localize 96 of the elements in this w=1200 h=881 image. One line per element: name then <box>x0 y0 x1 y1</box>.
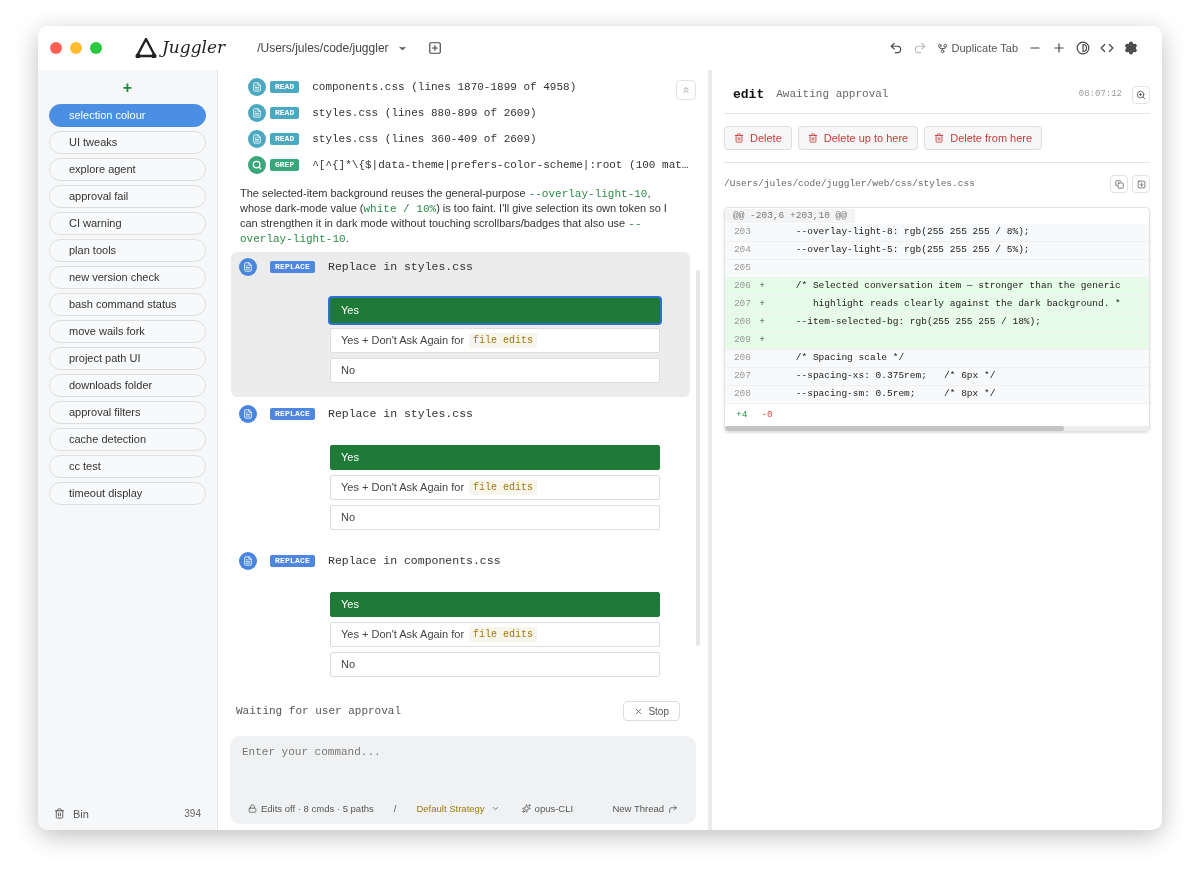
edit-title: Replace in styles.css <box>328 406 473 423</box>
delete-button[interactable]: Delete from here <box>924 126 1043 150</box>
no-button[interactable]: No <box>330 505 660 530</box>
bin-label[interactable]: Bin <box>73 805 89 822</box>
bin-icon[interactable] <box>54 808 65 820</box>
horizontal-scrollbar[interactable] <box>725 426 1065 431</box>
copy-button[interactable] <box>1110 175 1128 193</box>
delete-button[interactable]: Delete up to here <box>797 126 919 150</box>
yes-button[interactable]: Yes <box>330 592 660 617</box>
zoom-in-icon[interactable] <box>1052 41 1066 55</box>
added-count: +4 <box>736 407 748 422</box>
model-selector[interactable]: opus-CLI <box>521 801 574 816</box>
conversation-item[interactable]: downloads folder <box>49 374 206 397</box>
lock-icon <box>248 804 257 814</box>
zoom-button[interactable] <box>1132 85 1150 104</box>
no-button[interactable]: No <box>330 652 660 677</box>
always-allow-button[interactable]: Yes + Don't Ask Again for file edits <box>330 622 660 647</box>
conversation-item[interactable]: project path UI <box>49 347 206 370</box>
edit-title: Replace in components.css <box>328 553 501 570</box>
replace-badge: REPLACE <box>270 408 315 420</box>
no-button[interactable]: No <box>330 358 660 383</box>
edit-icon <box>239 552 257 570</box>
open-file-button[interactable] <box>1132 175 1150 193</box>
status-text: Waiting for user approval <box>236 703 402 719</box>
strategy-dropdown[interactable]: Default Strategy <box>416 801 500 816</box>
conversation-item[interactable]: approval fail <box>49 185 206 208</box>
conversation-item[interactable]: timeout display <box>49 482 206 505</box>
tool-name: edit <box>733 85 765 104</box>
stop-button[interactable]: Stop <box>623 701 680 721</box>
duplicate-tab-button[interactable]: Duplicate Tab <box>936 39 1018 57</box>
always-allow-button[interactable]: Yes + Don't Ask Again for file edits <box>330 328 660 353</box>
tool-state: Awaiting approval <box>776 87 889 103</box>
conversation-item[interactable]: move wails fork <box>49 320 206 343</box>
edit-icon <box>239 405 257 423</box>
arrow-icon <box>668 803 678 814</box>
conversation-item[interactable]: plan tools <box>49 239 206 262</box>
diff-hunk-header: @@ -203,6 +203,10 @@ <box>725 208 856 224</box>
file-icon <box>248 130 266 148</box>
edit-title: Replace in styles.css <box>328 259 473 276</box>
trash-icon <box>934 133 945 143</box>
yes-button[interactable]: Yes <box>330 445 660 470</box>
tool-call-text: styles.css (lines 880-899 of 2609) <box>312 105 537 121</box>
juggler-logo-icon <box>134 38 158 58</box>
file-icon <box>248 78 266 96</box>
delete-button[interactable]: Delete <box>724 126 792 150</box>
timestamp: 08:07:12 <box>1078 87 1122 101</box>
tool-call-text: ^[^{]*\{$|data-theme|prefers-color-scheme|:root (100 mat… <box>312 157 689 173</box>
conversation-item[interactable]: explore agent <box>49 158 206 181</box>
new-thread-button[interactable]: New Thread <box>612 801 678 816</box>
bin-count: 394 <box>184 807 201 822</box>
search-icon <box>248 156 266 174</box>
zoom-window-button[interactable] <box>90 42 102 54</box>
read-badge: READ <box>270 107 300 119</box>
theme-icon[interactable] <box>1076 41 1090 55</box>
replace-badge: REPLACE <box>270 261 315 273</box>
command-input[interactable]: Enter your command... Edits off · 8 cmds · 5 paths / Default Strategy opus-CLI New Thread <box>230 736 696 824</box>
settings-icon[interactable] <box>1124 41 1138 55</box>
conversation-item[interactable]: cc test <box>49 455 206 478</box>
file-icon <box>248 104 266 122</box>
grep-badge: GREP <box>270 159 300 171</box>
open-file-icon <box>1136 179 1146 189</box>
file-path: /Users/jules/code/juggler/web/css/styles.css <box>724 176 975 191</box>
conversation-item[interactable]: new version check <box>49 266 206 289</box>
fork-icon <box>936 42 948 54</box>
conversation-item[interactable]: cache detection <box>49 428 206 451</box>
trash-icon <box>807 133 818 143</box>
assistant-message: The selected-item background reuses the general-purpose --overlay-light-10, whose dark-mode value (white / 10%) is too faint. I'll give selection its own token so I can strengthen it in dark mode without touching scrollbars/badges that also use --overlay-light-10. <box>239 186 668 246</box>
sparkle-icon <box>521 804 531 814</box>
read-badge: READ <box>270 133 300 145</box>
edit-icon <box>239 258 257 276</box>
trash-icon <box>734 133 744 143</box>
tool-call-text: styles.css (lines 360-409 of 2609) <box>312 131 537 147</box>
new-conversation-button[interactable]: + <box>122 80 133 96</box>
conversation-item[interactable]: CI warning <box>49 212 206 235</box>
yes-button[interactable]: Yes <box>330 298 660 323</box>
double-chevron-up-icon <box>681 85 691 95</box>
close-icon <box>634 706 644 716</box>
close-window-button[interactable] <box>50 42 62 54</box>
minimize-window-button[interactable] <box>70 42 82 54</box>
read-badge: READ <box>270 81 300 93</box>
new-window-icon[interactable] <box>427 41 442 55</box>
always-allow-button[interactable]: Yes + Don't Ask Again for file edits <box>330 475 660 500</box>
permissions-summary[interactable]: Edits off · 8 cmds · 5 paths <box>261 801 374 816</box>
code-icon[interactable] <box>1100 41 1114 55</box>
replace-badge: REPLACE <box>270 555 315 567</box>
scroll-to-top-button[interactable] <box>676 80 696 100</box>
conversation-item[interactable]: approval filters <box>49 401 206 424</box>
separator-slash: / <box>393 801 397 816</box>
conversation-item[interactable]: UI tweaks <box>49 131 206 154</box>
copy-icon <box>1114 179 1124 189</box>
conversation-item[interactable]: bash command status <box>49 293 206 316</box>
tool-call-text: components.css (lines 1870-1899 of 4958) <box>312 79 577 95</box>
project-path-dropdown[interactable]: /Users/jules/code/juggler <box>257 39 408 57</box>
zoom-icon <box>1136 89 1146 100</box>
removed-count: -0 <box>761 407 773 422</box>
undo-icon[interactable] <box>888 41 903 55</box>
